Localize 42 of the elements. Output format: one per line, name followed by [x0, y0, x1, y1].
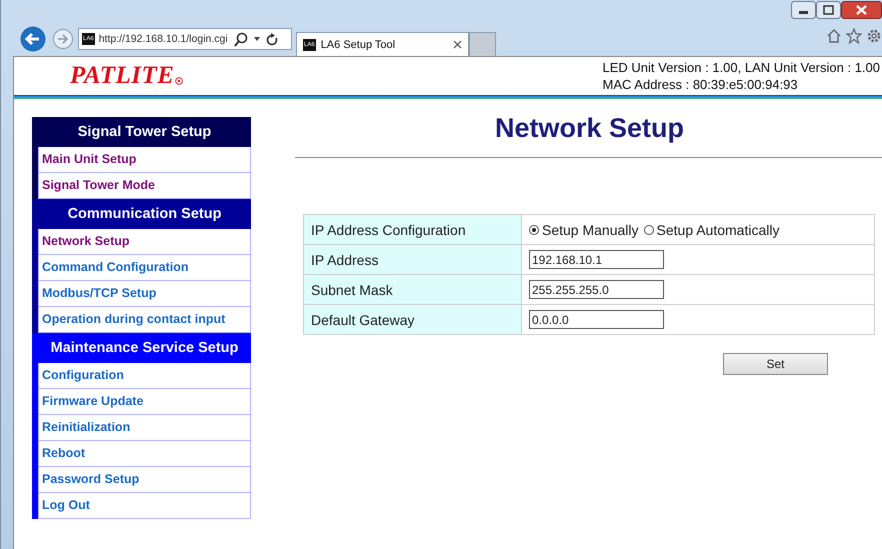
star-icon[interactable]	[846, 28, 862, 44]
sidebar-link[interactable]: Operation during contact input	[38, 307, 251, 333]
sidebar-link[interactable]: Main Unit Setup	[38, 147, 251, 173]
sidebar-link[interactable]: Log Out	[38, 493, 251, 519]
home-icon[interactable]	[826, 28, 842, 44]
close-icon[interactable]	[453, 40, 462, 49]
sidebar-link[interactable]: Modbus/TCP Setup	[38, 281, 251, 307]
sidebar-link[interactable]: Password Setup	[38, 467, 251, 493]
field-label: IP Address	[304, 244, 522, 274]
restore-icon[interactable]	[816, 1, 841, 19]
url-text: http://192.168.10.1/login.cgi	[98, 33, 228, 45]
search-icon[interactable]	[234, 32, 248, 46]
radio-label[interactable]: Setup Automatically	[656, 222, 780, 238]
close-icon[interactable]	[841, 1, 882, 19]
field-label: IP Address Configuration	[304, 214, 522, 244]
refresh-icon[interactable]	[266, 32, 279, 46]
back-icon[interactable]	[20, 26, 46, 52]
set-button[interactable]: Set	[723, 353, 828, 375]
radio-label[interactable]: Setup Manually	[542, 222, 639, 238]
radio-button[interactable]	[644, 224, 654, 234]
sidebar-link[interactable]: Firmware Update	[38, 389, 251, 415]
field-label: Subnet Mask	[304, 274, 522, 304]
sidebar-link[interactable]: Reboot	[38, 441, 251, 467]
settings-icon[interactable]	[866, 28, 882, 44]
logo-text: PATLITE	[70, 62, 174, 90]
mac-address-text: MAC Address : 80:39:e5:00:94:93	[602, 76, 799, 93]
input-field[interactable]: 255.255.255.0	[529, 280, 664, 299]
version-text: LED Unit Version : 1.00, LAN Unit Version : 1.00	[602, 59, 880, 76]
page-title: Network Setup	[494, 112, 686, 144]
sidebar-link[interactable]: Command Configuration	[38, 255, 251, 281]
sidebar-link[interactable]: Configuration	[38, 363, 251, 389]
registered-icon[interactable]	[175, 77, 184, 85]
input-field[interactable]: 192.168.10.1	[529, 250, 664, 269]
field-label: Default Gateway	[304, 304, 522, 334]
sidebar-link[interactable]: Signal Tower Mode	[38, 173, 251, 199]
dropdown-icon[interactable]	[254, 35, 260, 43]
tab-title: LA6 Setup Tool	[320, 38, 396, 50]
input-field[interactable]: 0.0.0.0	[529, 310, 664, 329]
minimize-icon[interactable]	[791, 1, 816, 19]
radio-button[interactable]	[529, 224, 539, 234]
sidebar-link[interactable]: Network Setup	[38, 229, 251, 255]
sidebar-link[interactable]: Reinitialization	[38, 415, 251, 441]
